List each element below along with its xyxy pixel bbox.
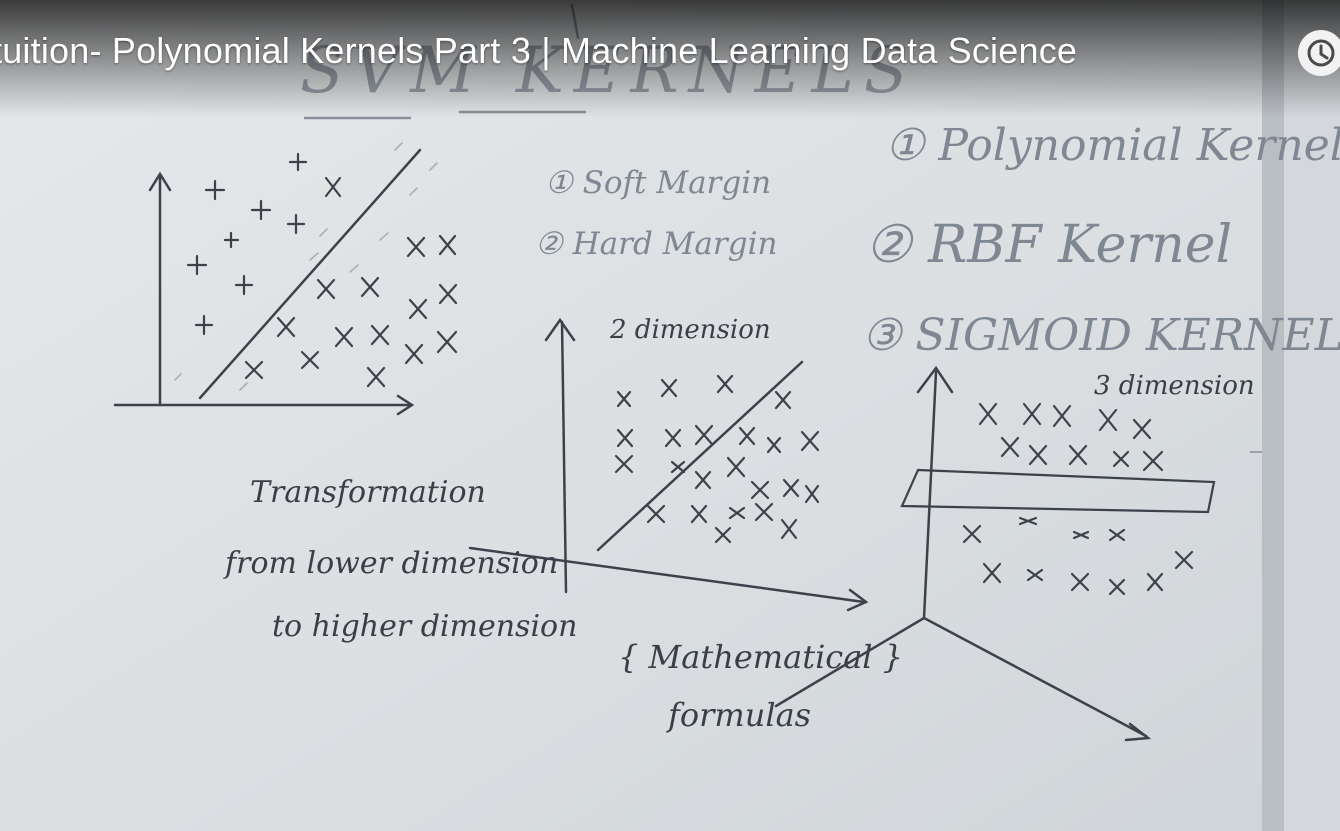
transformation-line-3: to higher dimension <box>272 609 577 644</box>
whiteboard-frame: SVM KERNELS ① Soft Margin ② Hard Margin … <box>0 0 1340 831</box>
video-player[interactable]: SVM KERNELS ① Soft Margin ② Hard Margin … <box>0 0 1340 831</box>
math-note-line-2: formulas <box>666 696 811 734</box>
kernel-rbf: ② RBF Kernel <box>865 215 1232 275</box>
kernel-sigmoid: ③ SIGMOID KERNEL <box>862 310 1340 361</box>
label-3-dimension: 3 dimension <box>1094 371 1255 401</box>
watch-later-button[interactable] <box>1298 30 1340 76</box>
margin-hard: ② Hard Margin <box>535 226 777 262</box>
clock-icon <box>1307 39 1335 67</box>
label-2-dimension: 2 dimension <box>609 315 771 345</box>
transformation-line-1: Transformation <box>250 475 486 510</box>
transformation-line-2: from lower dimension <box>223 546 558 581</box>
margin-soft: ① Soft Margin <box>545 165 771 201</box>
video-title[interactable]: tuition- Polynomial Kernels Part 3 | Mac… <box>0 30 1077 72</box>
kernel-polynomial: ① Polynomial Kernels <box>885 120 1340 171</box>
